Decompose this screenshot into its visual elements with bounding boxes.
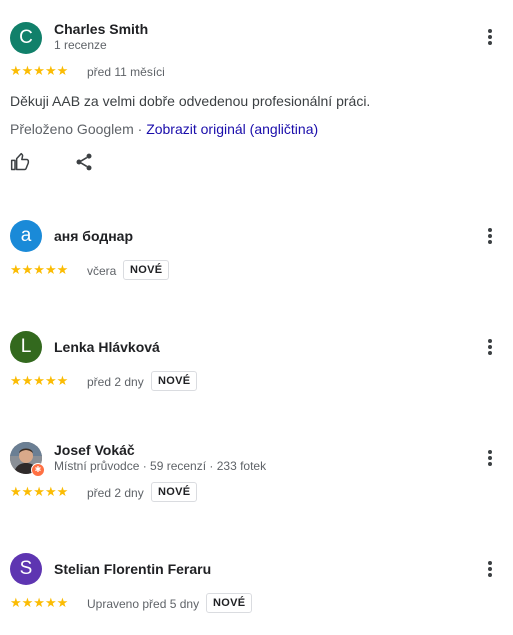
star-rating: ★★★★★ [10, 595, 69, 610]
review-time: před 2 dny [87, 486, 144, 500]
reviewer-meta: 1 recenze [54, 38, 107, 52]
avatar[interactable]: S [10, 553, 42, 585]
more-options-button[interactable] [485, 337, 495, 357]
avatar[interactable]: а [10, 220, 42, 252]
new-badge: NOVÉ [123, 260, 170, 280]
share-button[interactable] [74, 152, 96, 174]
reviewer-name[interactable]: Lenka Hlávková [54, 339, 160, 355]
review-time: včera [87, 264, 117, 278]
more-options-button[interactable] [485, 27, 495, 47]
more-options-button[interactable] [485, 559, 495, 579]
more-options-button[interactable] [485, 226, 495, 246]
local-guide-badge-icon: ✱ [31, 463, 45, 477]
reviewer-name[interactable]: аня боднар [54, 228, 133, 244]
avatar[interactable]: L [10, 331, 42, 363]
review-time: před 2 dny [87, 375, 144, 389]
more-options-button[interactable] [485, 448, 495, 468]
reviewer-name[interactable]: Josef Vokáč [54, 442, 135, 458]
translated-label: Přeloženo Googlem · [10, 121, 147, 137]
review-time: Upraveno před 5 dny [87, 597, 200, 611]
star-rating: ★★★★★ [10, 63, 69, 78]
thumbs-up-icon [10, 152, 30, 171]
share-icon [76, 153, 92, 171]
new-badge: NOVÉ [151, 371, 198, 391]
avatar[interactable]: C [10, 22, 42, 54]
review-text: Děkuji AAB za velmi dobře odvedenou prof… [10, 93, 371, 109]
reviewer-name[interactable]: Stelian Florentin Feraru [54, 561, 211, 577]
like-button[interactable] [10, 152, 32, 174]
star-rating: ★★★★★ [10, 484, 69, 499]
show-original-link[interactable]: Zobrazit originál (angličtina) [146, 121, 318, 137]
star-rating: ★★★★★ [10, 262, 69, 277]
reviewer-name[interactable]: Charles Smith [54, 21, 148, 37]
review-time: před 11 měsíci [87, 65, 165, 79]
star-rating: ★★★★★ [10, 373, 69, 388]
reviewer-meta: Místní průvodce · 59 recenzí · 233 fotek [54, 459, 267, 473]
translation-note: Přeloženo Googlem · Zobrazit originál (a… [10, 121, 318, 137]
avatar[interactable]: ✱ [10, 442, 45, 477]
new-badge: NOVÉ [206, 593, 253, 613]
new-badge: NOVÉ [151, 482, 198, 502]
